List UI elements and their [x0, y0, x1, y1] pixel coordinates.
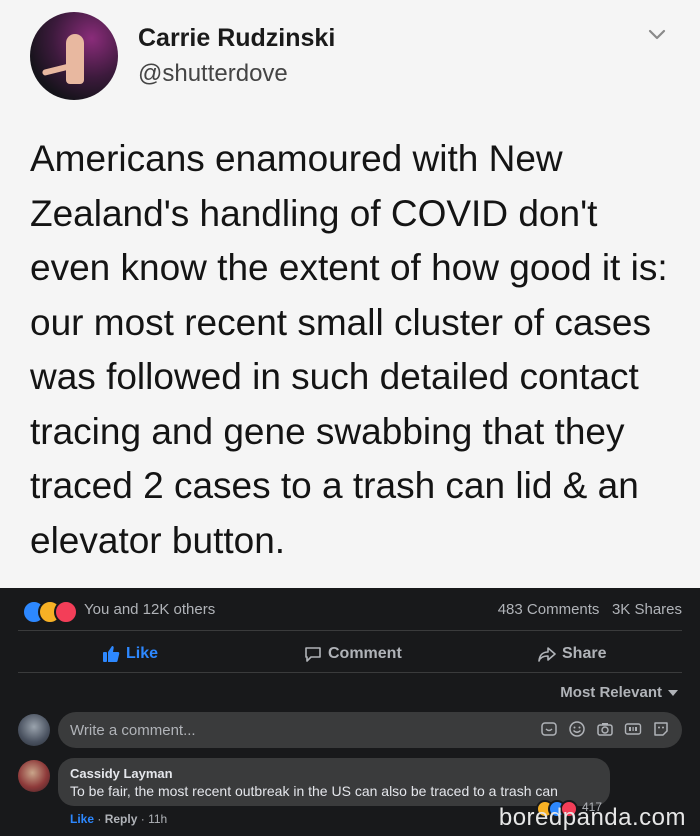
commenter-avatar[interactable]	[18, 760, 50, 792]
comment-input-tools	[540, 720, 670, 738]
sticker-icon[interactable]	[540, 720, 558, 738]
share-label: Share	[562, 645, 607, 662]
author-name[interactable]: Carrie Rudzinski	[138, 24, 335, 53]
share-count[interactable]: 3K Shares	[612, 601, 682, 618]
tweet-card: Carrie Rudzinski @shutterdove Americans …	[0, 0, 700, 588]
comment-bubble: Cassidy Layman To be fair, the most rece…	[58, 758, 610, 806]
caret-down-icon	[668, 689, 678, 696]
share-button[interactable]: Share	[538, 644, 606, 664]
tweet-text: Americans enamoured with New Zealand's h…	[30, 138, 668, 561]
sort-dropdown[interactable]: Most Relevant	[560, 684, 678, 701]
avatar-figure	[66, 34, 84, 84]
comment-text: To be fair, the most recent outbreak in …	[70, 783, 558, 799]
like-button[interactable]: Like	[102, 644, 158, 664]
camera-icon[interactable]	[596, 720, 614, 738]
commenter-name[interactable]: Cassidy Layman	[70, 766, 173, 781]
comment-like-link[interactable]: Like	[70, 812, 94, 826]
engagement-counts: 483 Comments 3K Shares	[498, 601, 682, 618]
boredpanda-watermark: boredpanda.com	[498, 804, 686, 831]
chevron-down-icon[interactable]	[644, 22, 670, 48]
reaction-summary[interactable]: You and 12K others	[84, 601, 215, 618]
facebook-post-footer: You and 12K others 483 Comments 3K Share…	[0, 588, 700, 836]
gif-icon[interactable]	[624, 720, 642, 738]
love-reaction-icon	[54, 600, 78, 624]
author-handle[interactable]: @shutterdove	[138, 60, 288, 88]
comment-input-placeholder: Write a comment...	[70, 722, 196, 739]
comment-input[interactable]: Write a comment...	[58, 712, 682, 748]
comment-button[interactable]: Comment	[304, 644, 402, 664]
share-arrow-icon	[538, 647, 556, 662]
author-avatar[interactable]	[30, 12, 118, 100]
sticker-face-icon[interactable]	[652, 720, 670, 738]
comment-bubble-icon	[305, 647, 321, 662]
comment-label: Comment	[328, 645, 402, 662]
thumbs-up-icon	[103, 646, 120, 662]
sort-label: Most Relevant	[560, 684, 662, 701]
like-label: Like	[126, 645, 159, 662]
comment-reply-link[interactable]: Reply	[105, 812, 138, 826]
comment-actions: Like · Reply · 11h	[70, 812, 168, 826]
divider	[18, 672, 682, 673]
divider	[18, 630, 682, 631]
current-user-avatar[interactable]	[18, 714, 50, 746]
comment-timestamp[interactable]: 11h	[148, 812, 167, 826]
comment-count[interactable]: 483 Comments	[498, 601, 600, 618]
emoji-icon[interactable]	[568, 720, 586, 738]
